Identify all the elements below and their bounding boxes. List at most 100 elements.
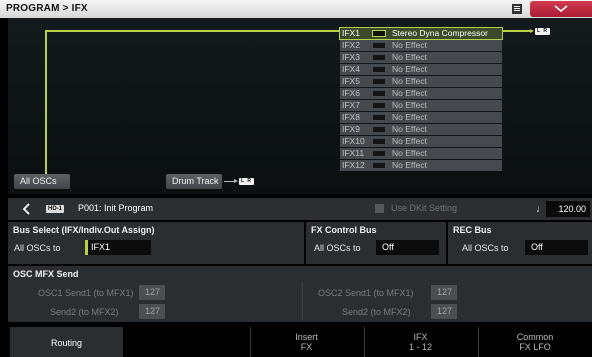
ifx-effect-name: No Effect <box>392 63 427 74</box>
tab-insert-fx-line1: Insert <box>295 332 318 342</box>
tab-separator <box>478 327 479 357</box>
all-oscs-button[interactable]: All OSCs <box>14 174 70 189</box>
osc1-send2-field[interactable]: 127 <box>139 304 165 319</box>
route-line-top <box>45 30 340 32</box>
osc2-send1-label: OSC2 Send1 (to MFX1) <box>318 288 414 298</box>
page-menu-button[interactable] <box>530 1 592 17</box>
ifx-effect-name: No Effect <box>392 75 427 86</box>
ifx-chain-list: IFX1 Stereo Dyna Compressor IFX2 No Effect I… <box>339 26 503 172</box>
ifx-slot[interactable]: IFX4 No Effect <box>340 63 502 76</box>
tab-ifx[interactable]: IFX 1 - 12 <box>364 327 477 357</box>
ifx-slot-label: IFX1 <box>342 28 360 38</box>
ifx-slot-label: IFX10 <box>342 135 365 146</box>
ifx-onoff-switch[interactable] <box>373 90 385 96</box>
tab-ifx-line1: IFX <box>413 332 428 342</box>
drum-arrow-icon <box>234 179 238 183</box>
route-arrow-icon <box>530 28 534 33</box>
ifx-effect-name: No Effect <box>392 159 427 170</box>
ifx-slot-label: IFX7 <box>342 99 360 110</box>
tab-separator <box>364 327 365 357</box>
osc-mfx-send-header: OSC MFX Send <box>13 269 79 279</box>
tab-insert-fx[interactable]: Insert FX <box>250 327 363 357</box>
checkbox-icon <box>375 204 384 213</box>
bus-select-value: IFX1 <box>91 242 111 252</box>
page-title: PROGRAM > IFX <box>6 3 88 14</box>
bank-badge: HD-1 <box>46 205 65 213</box>
ifx-onoff-switch[interactable] <box>373 78 385 84</box>
ifx-slot[interactable]: IFX5 No Effect <box>340 75 502 88</box>
rec-bus-field[interactable]: Off <box>525 240 588 255</box>
rec-bus-panel: REC Bus All OSCs to Off <box>448 222 592 264</box>
osc1-send1-label: OSC1 Send1 (to MFX1) <box>38 288 134 298</box>
ifx-slot-label: IFX12 <box>342 159 365 170</box>
ifx-onoff-switch[interactable] <box>373 114 385 120</box>
tab-routing-label: Routing <box>50 338 83 348</box>
fx-control-bus-field[interactable]: Off <box>376 240 439 255</box>
ifx-effect-name: No Effect <box>392 39 427 50</box>
ifx-slot-label: IFX9 <box>342 123 360 134</box>
title-bar: PROGRAM > IFX <box>0 0 592 18</box>
tab-routing[interactable]: Routing <box>10 327 123 357</box>
osc1-send1-field[interactable]: 127 <box>139 285 165 300</box>
ifx-effect-name: No Effect <box>392 87 427 98</box>
tab-common-fx-lfo[interactable]: Common FX LFO <box>478 327 592 357</box>
ifx-slot[interactable]: IFX6 No Effect <box>340 87 502 100</box>
ifx-slot[interactable]: IFX1 Stereo Dyna Compressor <box>339 26 503 41</box>
bus-select-panel: Bus Select (IFX/Indiv.Out Assign) All OS… <box>8 222 304 264</box>
chevron-down-icon <box>554 5 568 13</box>
ifx-slot[interactable]: IFX8 No Effect <box>340 111 502 124</box>
tab-separator <box>250 327 251 357</box>
ifx-effect-name: Stereo Dyna Compressor <box>392 28 488 38</box>
program-name[interactable]: P001: Init Program <box>78 203 153 213</box>
ifx-onoff-switch[interactable] <box>373 138 385 144</box>
tab-common-line1: Common <box>516 332 554 342</box>
back-arrow-icon[interactable] <box>20 202 34 216</box>
use-dkit-checkbox[interactable]: Use DKit Setting <box>375 202 525 216</box>
ifx-effect-name: No Effect <box>392 135 427 146</box>
osc2-send1-field[interactable]: 127 <box>431 285 457 300</box>
ifx-slot[interactable]: IFX3 No Effect <box>340 51 502 64</box>
use-dkit-label: Use DKit Setting <box>391 203 458 213</box>
rec-bus-header: REC Bus <box>453 225 492 235</box>
main-output-badge: L R <box>535 27 550 35</box>
ifx-effect-name: No Effect <box>392 111 427 122</box>
ifx-slot[interactable]: IFX12 No Effect <box>340 159 502 172</box>
ifx-slot[interactable]: IFX10 No Effect <box>340 135 502 148</box>
bus-select-label: All OSCs to <box>14 243 61 253</box>
ifx-slot[interactable]: IFX11 No Effect <box>340 147 502 160</box>
drum-track-button[interactable]: Drum Track <box>166 174 222 189</box>
tempo-note-icon: ♩ <box>536 204 546 215</box>
bus-select-field[interactable]: IFX1 <box>85 240 151 255</box>
ifx-effect-name: No Effect <box>392 123 427 134</box>
ifx-slot-label: IFX6 <box>342 87 360 98</box>
ifx-onoff-switch[interactable] <box>373 102 385 108</box>
drum-output-badge: L R <box>239 178 254 185</box>
ifx-onoff-switch[interactable] <box>373 66 385 72</box>
program-bar: HD-1 P001: Init Program Use DKit Setting… <box>8 198 592 220</box>
tab-ifx-line2: 1 - 12 <box>408 342 432 352</box>
route-line-out <box>502 30 530 32</box>
tempo-field[interactable]: 120.00 <box>546 201 590 217</box>
fx-control-bus-label: All OSCs to <box>314 243 361 253</box>
list-icon[interactable] <box>512 4 522 14</box>
osc2-send-group: OSC2 Send1 (to MFX1) 127 Send2 (to MFX2)… <box>306 282 592 322</box>
ifx-slot[interactable]: IFX2 No Effect <box>340 39 502 52</box>
fx-control-bus-panel: FX Control Bus All OSCs to Off <box>306 222 446 264</box>
ifx-onoff-switch[interactable] <box>372 30 386 37</box>
ifx-onoff-switch[interactable] <box>373 150 385 156</box>
rec-bus-label: All OSCs to <box>462 243 509 253</box>
page-tabs: Routing Insert FX IFX 1 - 12 Common FX L… <box>0 327 592 357</box>
osc1-send2-label: Send2 (to MFX2) <box>50 307 119 317</box>
ifx-onoff-switch[interactable] <box>373 42 385 48</box>
ifx-slot-label: IFX4 <box>342 63 360 74</box>
tab-common-line2: FX LFO <box>519 342 551 352</box>
fx-control-bus-header: FX Control Bus <box>311 225 377 235</box>
ifx-slot[interactable]: IFX7 No Effect <box>340 99 502 112</box>
ifx-slot-label: IFX2 <box>342 39 360 50</box>
ifx-slot[interactable]: IFX9 No Effect <box>340 123 502 136</box>
ifx-onoff-switch[interactable] <box>373 162 385 168</box>
osc2-send2-field[interactable]: 127 <box>431 304 457 319</box>
ifx-onoff-switch[interactable] <box>373 126 385 132</box>
ifx-slot-label: IFX8 <box>342 111 360 122</box>
ifx-onoff-switch[interactable] <box>373 54 385 60</box>
